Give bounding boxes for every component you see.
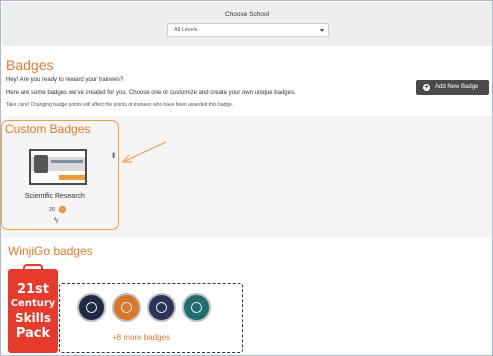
annotation-arrow [121,141,167,163]
page: Choose School All Levels Badges Hey! Are… [0,0,493,356]
